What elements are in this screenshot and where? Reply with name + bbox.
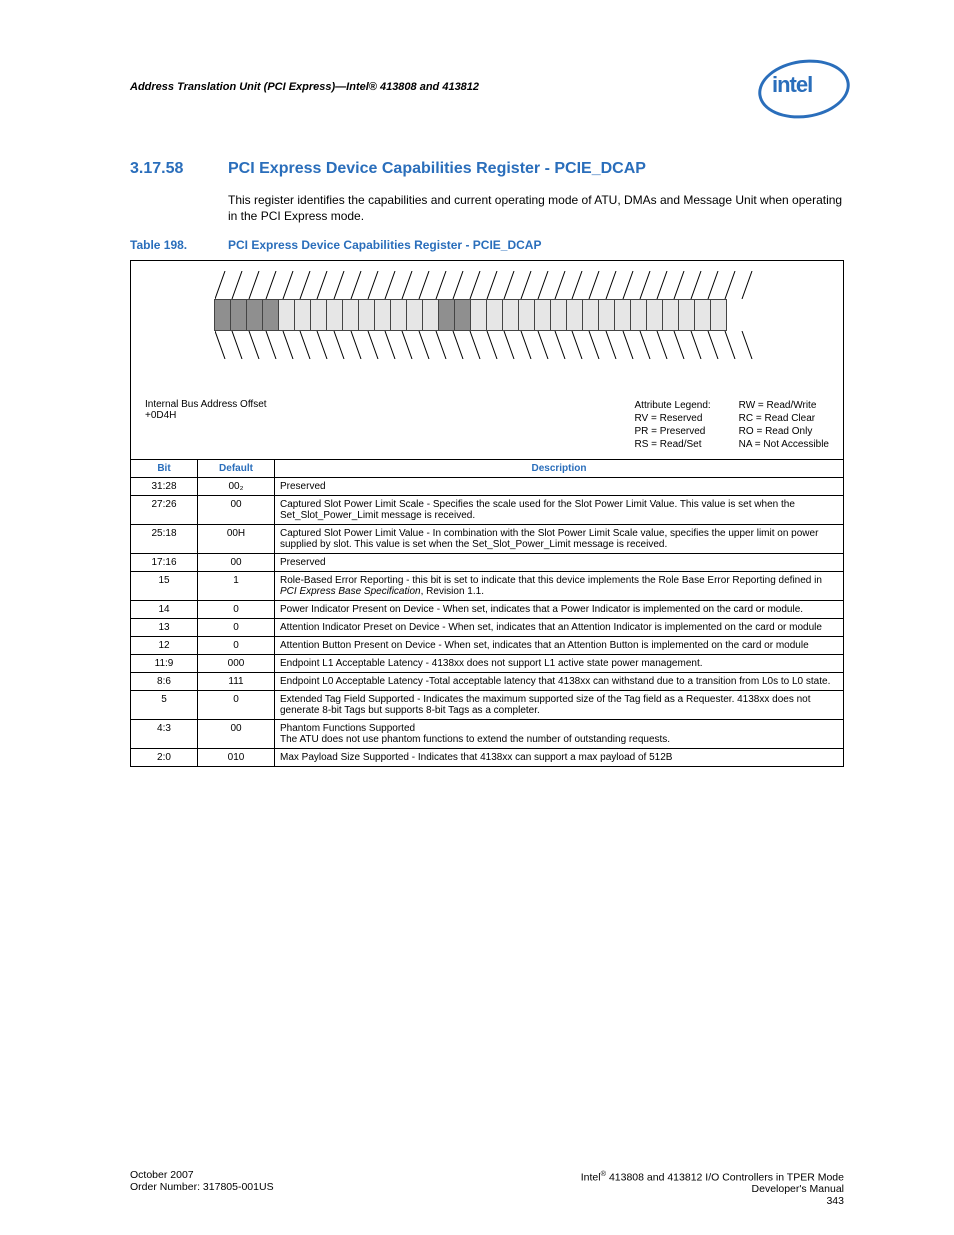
- intel-logo: intel: [758, 58, 844, 116]
- table-caption: Table 198. PCI Express Device Capabiliti…: [130, 238, 844, 252]
- table-row: 17:1600Preserved: [131, 554, 844, 572]
- table-row: 2:0010Max Payload Size Supported - Indic…: [131, 749, 844, 767]
- section-description: This register identifies the capabilitie…: [228, 192, 844, 224]
- table-row: 31:2800₂Preserved: [131, 478, 844, 496]
- table-row: 27:2600Captured Slot Power Limit Scale -…: [131, 496, 844, 525]
- table-row: 8:6111Endpoint L0 Acceptable Latency -To…: [131, 673, 844, 691]
- table-row: 120Attention Button Present on Device - …: [131, 637, 844, 655]
- offset-label: Internal Bus Address Offset +0D4H: [145, 399, 267, 451]
- table-row: 151Role-Based Error Reporting - this bit…: [131, 572, 844, 601]
- col-description: Description: [275, 460, 844, 478]
- table-row: 11:9000Endpoint L1 Acceptable Latency - …: [131, 655, 844, 673]
- header-breadcrumb: Address Translation Unit (PCI Express)—I…: [130, 81, 479, 93]
- register-diagram: Internal Bus Address Offset +0D4H Attrib…: [130, 260, 844, 459]
- table-row: 130Attention Indicator Preset on Device …: [131, 619, 844, 637]
- col-bit: Bit: [131, 460, 198, 478]
- table-row: 25:1800HCaptured Slot Power Limit Value …: [131, 525, 844, 554]
- table-row: 50Extended Tag Field Supported - Indicat…: [131, 691, 844, 720]
- col-default: Default: [198, 460, 275, 478]
- register-bits-table: Bit Default Description 31:2800₂Preserve…: [130, 459, 844, 767]
- page-footer: October 2007 Order Number: 317805-001US …: [130, 1169, 844, 1208]
- section-number: 3.17.58: [130, 160, 228, 178]
- table-row: 4:300Phantom Functions SupportedThe ATU …: [131, 720, 844, 749]
- section-heading: 3.17.58 PCI Express Device Capabilities …: [130, 160, 844, 178]
- page-header: Address Translation Unit (PCI Express)—I…: [130, 58, 844, 116]
- table-row: 140Power Indicator Present on Device - W…: [131, 601, 844, 619]
- legend-col-2: RW = Read/Write RC = Read Clear RO = Rea…: [739, 399, 829, 451]
- legend-col-1: Attribute Legend: RV = Reserved PR = Pre…: [635, 399, 711, 451]
- section-title: PCI Express Device Capabilities Register…: [228, 160, 646, 178]
